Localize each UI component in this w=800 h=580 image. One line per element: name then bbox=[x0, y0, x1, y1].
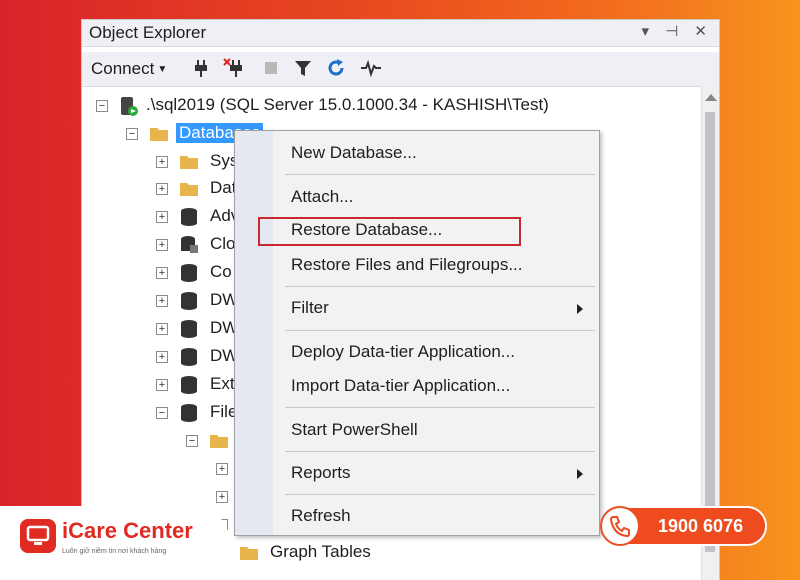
menu-item-import-data-tier[interactable]: Import Data-tier Application... bbox=[291, 376, 510, 396]
menu-item-deploy-data-tier[interactable]: Deploy Data-tier Application... bbox=[291, 342, 515, 362]
window-controls[interactable]: ▾ ⊣ ✕ bbox=[642, 22, 714, 40]
brand-badge: iCare Center Luôn giữ niềm tin nơi khách… bbox=[0, 506, 230, 580]
collapse-toggle[interactable]: − bbox=[186, 435, 198, 447]
menu-item-restore-files[interactable]: Restore Files and Filegroups... bbox=[291, 255, 523, 275]
collapse-toggle[interactable]: − bbox=[156, 407, 168, 419]
expand-toggle[interactable]: + bbox=[156, 267, 168, 279]
tree-node-leaf[interactable]: + bbox=[214, 457, 234, 481]
title-bar: Object Explorer ▾ ⊣ ✕ bbox=[82, 20, 719, 47]
phone-icon-circle bbox=[600, 506, 640, 546]
database-icon bbox=[181, 292, 197, 310]
connect-button[interactable]: Connect ▼ bbox=[91, 59, 167, 79]
menu-item-refresh[interactable]: Refresh bbox=[291, 506, 351, 526]
database-locked-icon bbox=[181, 236, 198, 253]
scroll-up-icon[interactable] bbox=[705, 94, 717, 101]
expand-toggle[interactable]: + bbox=[216, 463, 228, 475]
stop-icon[interactable] bbox=[260, 57, 282, 79]
toolbar: Connect ▼ bbox=[82, 52, 719, 87]
node-label: Dat bbox=[210, 178, 237, 197]
hotline-number: 1900 6076 bbox=[658, 516, 744, 536]
folder-icon bbox=[180, 183, 198, 196]
expand-toggle[interactable]: + bbox=[216, 491, 228, 503]
database-icon bbox=[181, 404, 197, 422]
context-menu: New Database... Attach... Restore Databa… bbox=[234, 130, 600, 536]
graph-tables-label: Graph Tables bbox=[270, 542, 371, 561]
server-icon bbox=[121, 97, 138, 116]
collapse-toggle[interactable]: − bbox=[126, 128, 138, 140]
scroll-thumb[interactable] bbox=[705, 112, 715, 552]
connect-label: Connect bbox=[91, 59, 155, 78]
expand-toggle[interactable]: + bbox=[156, 211, 168, 223]
tree-node-graph-tables[interactable]: + Graph Tables bbox=[214, 541, 414, 565]
menu-separator bbox=[285, 174, 595, 175]
hotline-badge[interactable]: 1900 6076 bbox=[600, 506, 767, 546]
expand-toggle[interactable]: + bbox=[156, 323, 168, 335]
node-label: Ext bbox=[210, 374, 235, 393]
expand-toggle[interactable]: + bbox=[156, 183, 168, 195]
server-label: .\sql2019 (SQL Server 15.0.1000.34 - KAS… bbox=[146, 95, 549, 114]
folder-icon bbox=[180, 156, 198, 169]
expand-toggle[interactable]: + bbox=[156, 239, 168, 251]
expand-toggle[interactable]: + bbox=[156, 379, 168, 391]
menu-item-new-database[interactable]: New Database... bbox=[291, 143, 417, 163]
filter-icon[interactable] bbox=[292, 57, 314, 79]
database-icon bbox=[181, 348, 197, 366]
brand-tagline: Luôn giữ niềm tin nơi khách hàng bbox=[62, 548, 167, 555]
phone-icon bbox=[609, 516, 630, 538]
expand-toggle[interactable]: + bbox=[156, 295, 168, 307]
refresh-icon[interactable] bbox=[325, 57, 347, 79]
database-icon bbox=[181, 264, 197, 282]
menu-separator bbox=[285, 407, 595, 408]
brand-name: iCare Center bbox=[62, 518, 193, 543]
submenu-arrow-icon bbox=[577, 469, 583, 479]
node-label: Clo bbox=[210, 234, 236, 253]
menu-separator bbox=[285, 330, 595, 331]
folder-icon bbox=[210, 435, 228, 448]
menu-item-reports[interactable]: Reports bbox=[291, 463, 351, 483]
menu-item-start-powershell[interactable]: Start PowerShell bbox=[291, 420, 418, 440]
folder-icon bbox=[240, 547, 258, 560]
database-icon bbox=[181, 320, 197, 338]
disconnect-icon[interactable] bbox=[222, 57, 244, 79]
node-label: Co bbox=[210, 262, 232, 281]
collapse-toggle[interactable]: − bbox=[96, 100, 108, 112]
menu-gutter bbox=[235, 131, 273, 535]
submenu-arrow-icon bbox=[577, 304, 583, 314]
database-icon bbox=[181, 208, 197, 226]
chevron-down-icon: ▼ bbox=[157, 64, 168, 75]
annotation-highlight-box bbox=[258, 217, 521, 246]
window-title: Object Explorer bbox=[89, 23, 207, 42]
icare-logo-icon bbox=[20, 519, 56, 553]
tree-node-server[interactable]: − .\sql2019 (SQL Server 15.0.1000.34 - K… bbox=[94, 94, 654, 118]
menu-separator bbox=[285, 286, 595, 287]
database-icon bbox=[181, 376, 197, 394]
expand-toggle[interactable]: + bbox=[156, 156, 168, 168]
menu-item-attach[interactable]: Attach... bbox=[291, 187, 353, 207]
menu-separator bbox=[285, 451, 595, 452]
connect-plug-icon[interactable] bbox=[190, 57, 212, 79]
activity-monitor-icon[interactable] bbox=[360, 57, 382, 79]
folder-icon bbox=[150, 128, 168, 141]
expand-toggle[interactable]: + bbox=[156, 351, 168, 363]
tree-node-leaf[interactable]: + bbox=[214, 485, 234, 509]
menu-item-filter[interactable]: Filter bbox=[291, 298, 329, 318]
menu-separator bbox=[285, 494, 595, 495]
